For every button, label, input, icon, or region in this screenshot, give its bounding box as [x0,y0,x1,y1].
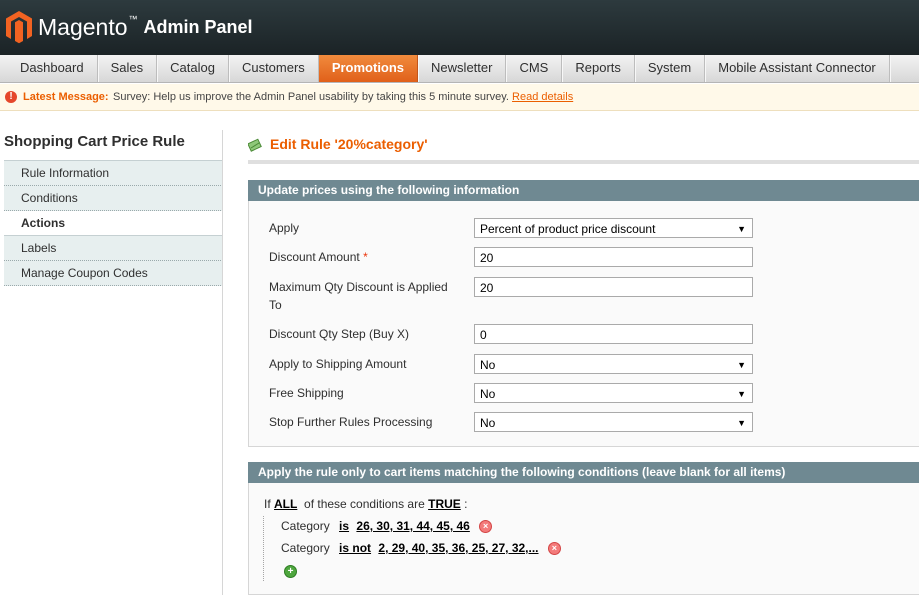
chevron-down-icon: ▼ [737,360,746,370]
logo-trademark: ™ [128,14,138,24]
conditions-colon: : [464,497,468,511]
condition-row: Category is 26, 30, 31, 44, 45, 46 × [281,519,493,534]
page-title-bar: Edit Rule '20%category' [248,132,919,164]
remove-condition-icon[interactable]: × [547,542,561,556]
nav-promotions[interactable]: Promotions [318,55,419,82]
apply-to-shipping-value: No [480,358,496,372]
sidebar-tab-conditions[interactable]: Conditions [4,186,223,211]
condition-attribute: Category [281,519,330,533]
discount-amount-label-text: Discount Amount [269,250,360,264]
sidebar-tab-actions[interactable]: Actions [4,211,223,236]
edit-rule-icon [248,138,262,152]
nav-dashboard[interactable]: Dashboard [0,55,98,82]
chevron-down-icon: ▼ [737,389,746,399]
condition-values[interactable]: 26, 30, 31, 44, 45, 46 [356,519,469,533]
qty-step-label: Discount Qty Step (Buy X) [269,327,410,341]
nav-mobile-assistant-connector[interactable]: Mobile Assistant Connector [705,55,890,82]
free-shipping-label: Free Shipping [269,386,344,400]
error-icon: ! [5,91,17,103]
condition-value-toggle[interactable]: TRUE [428,497,461,511]
chevron-down-icon: ▼ [737,418,746,428]
nav-reports[interactable]: Reports [562,55,635,82]
conditions-tree-line [263,516,265,581]
condition-operator[interactable]: is not [339,541,371,555]
chevron-down-icon: ▼ [737,224,746,234]
sidebar-tab-labels[interactable]: Labels [4,236,223,261]
required-marker: * [363,250,368,264]
apply-to-shipping-select[interactable]: No ▼ [474,354,753,374]
sidebar-title: Shopping Cart Price Rule [4,133,185,150]
sidebar-tabs: Rule Information Conditions Actions Labe… [4,160,223,286]
if-text: If [264,497,271,511]
sidebar-tab-manage-coupon-codes[interactable]: Manage Coupon Codes [4,261,223,286]
magento-logo[interactable]: Magento ™ Admin Panel [4,9,253,45]
admin-header: Magento ™ Admin Panel [0,0,919,55]
add-condition-icon[interactable]: + [284,565,297,578]
qty-step-input[interactable]: 0 [474,324,753,344]
condition-attribute: Category [281,541,330,555]
stop-rules-select[interactable]: No ▼ [474,412,753,432]
apply-label: Apply [269,221,300,235]
discount-amount-input[interactable]: 20 [474,247,753,267]
nav-system[interactable]: System [635,55,706,82]
nav-catalog[interactable]: Catalog [157,55,229,82]
logo-brand: Magento [38,13,128,40]
logo-subtitle: Admin Panel [143,16,253,37]
conditions-root: If ALL of these conditions are TRUE : [264,497,467,511]
main-nav: Dashboard Sales Catalog Customers Promot… [0,55,919,83]
magento-logo-icon [6,11,32,44]
condition-row: Category is not 2, 29, 40, 35, 36, 25, 2… [281,541,561,556]
stop-rules-value: No [480,416,496,430]
condition-operator[interactable]: is [339,519,349,533]
max-qty-input[interactable]: 20 [474,277,753,297]
apply-to-shipping-label: Apply to Shipping Amount [269,357,407,371]
nav-newsletter[interactable]: Newsletter [418,55,507,82]
aggregator-toggle[interactable]: ALL [274,497,297,511]
latest-message-bar: ! Latest Message: Survey: Help us improv… [0,84,919,111]
rule-sidebar: Shopping Cart Price Rule Rule Informatio… [4,130,223,286]
apply-select-value: Percent of product price discount [480,222,656,236]
condition-values[interactable]: 2, 29, 40, 35, 36, 25, 27, 32,... [378,541,538,555]
page-title: Edit Rule '20%category' [270,136,428,152]
nav-cms[interactable]: CMS [506,55,563,82]
latest-message-body: Survey: Help us improve the Admin Panel … [113,91,509,103]
stop-rules-label: Stop Further Rules Processing [269,415,433,429]
actions-section: Apply Percent of product price discount … [248,201,919,447]
sidebar-tab-rule-information[interactable]: Rule Information [4,161,223,186]
free-shipping-value: No [480,387,496,401]
free-shipping-select[interactable]: No ▼ [474,383,753,403]
conditions-section-heading: Apply the rule only to cart items matchi… [248,462,919,483]
read-details-link[interactable]: Read details [512,91,573,103]
latest-message-label: Latest Message: [23,91,109,103]
conditions-middle-text: of these conditions are [304,497,425,511]
apply-select[interactable]: Percent of product price discount ▼ [474,218,753,238]
nav-customers[interactable]: Customers [229,55,319,82]
remove-condition-icon[interactable]: × [479,520,493,534]
nav-sales[interactable]: Sales [98,55,158,82]
latest-message-text: Survey: Help us improve the Admin Panel … [113,84,573,110]
max-qty-label: Maximum Qty Discount is Applied To [269,280,448,312]
actions-section-heading: Update prices using the following inform… [248,180,919,201]
sidebar-divider [222,130,223,595]
discount-amount-label: Discount Amount * [269,248,459,266]
